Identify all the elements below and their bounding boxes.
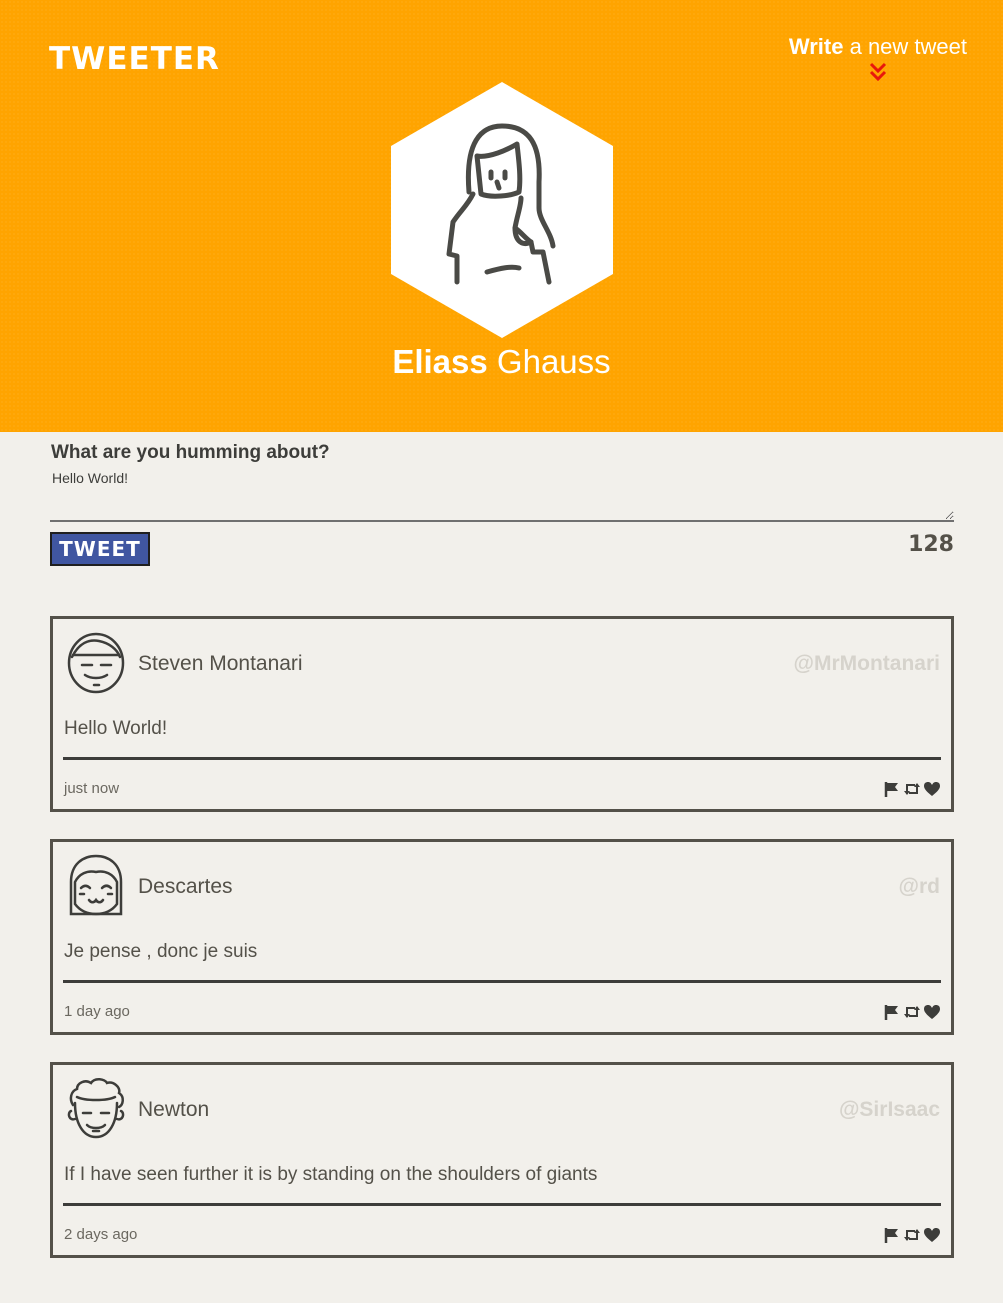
retweet-icon[interactable] bbox=[903, 1226, 921, 1244]
tweet-content: Je pense , donc je suis bbox=[64, 941, 258, 962]
tweet-timestamp: just now bbox=[64, 780, 120, 797]
tweet-author-name[interactable]: Descartes bbox=[138, 874, 233, 900]
heart-icon[interactable] bbox=[923, 1226, 941, 1244]
tweet-timestamp: 2 days ago bbox=[64, 1226, 138, 1243]
tweet-card: Steven Montanari @MrMontanari Hello Worl… bbox=[50, 616, 954, 812]
tweet-author-handle[interactable]: @SirIsaac bbox=[839, 1097, 940, 1123]
curly-hair-avatar-icon bbox=[67, 1078, 125, 1139]
tweet-author-handle[interactable]: @MrMontanari bbox=[794, 651, 940, 677]
app-logo[interactable]: TWEETER bbox=[49, 40, 220, 78]
write-new-tweet-link[interactable]: Write a new tweet bbox=[789, 34, 967, 82]
compose-link-rest: a new tweet bbox=[843, 34, 967, 59]
profile-header: TWEETER Write a new tweet Eliass Ghauss bbox=[0, 0, 1003, 432]
tweet-divider bbox=[63, 757, 941, 760]
profile-avatar bbox=[391, 82, 613, 338]
flag-icon[interactable] bbox=[883, 780, 901, 798]
tweet-card: Descartes @rd Je pense , donc je suis 1 … bbox=[50, 839, 954, 1035]
heart-icon[interactable] bbox=[923, 1003, 941, 1021]
compose-link-bold: Write bbox=[788, 34, 844, 59]
tweet-author-handle[interactable]: @rd bbox=[899, 874, 940, 900]
flag-icon[interactable] bbox=[883, 1226, 901, 1244]
man-avatar-icon bbox=[67, 632, 125, 694]
woman-bangs-avatar-icon bbox=[69, 854, 123, 916]
profile-name: Eliass Ghauss bbox=[0, 342, 1003, 382]
tweet-actions bbox=[883, 1002, 941, 1022]
tweet-card: Newton @SirIsaac If I have seen further … bbox=[50, 1062, 954, 1258]
tweet-actions bbox=[883, 779, 941, 799]
compose-label: What are you humming about? bbox=[51, 442, 330, 463]
char-counter: 128 bbox=[908, 532, 954, 557]
profile-first-name: Eliass bbox=[392, 343, 488, 380]
double-chevron-down-icon[interactable] bbox=[868, 62, 888, 82]
profile-last-name: Ghauss bbox=[487, 343, 611, 380]
heart-icon[interactable] bbox=[923, 780, 941, 798]
flag-icon[interactable] bbox=[883, 1003, 901, 1021]
tweet-content: Hello World! bbox=[64, 718, 168, 739]
tweet-divider bbox=[63, 980, 941, 983]
retweet-icon[interactable] bbox=[903, 1003, 921, 1021]
tweet-actions bbox=[883, 1225, 941, 1245]
tweet-divider bbox=[63, 1203, 941, 1206]
retweet-icon[interactable] bbox=[903, 780, 921, 798]
tweet-text-input[interactable] bbox=[50, 466, 954, 522]
tweet-content: If I have seen further it is by standing… bbox=[64, 1164, 598, 1185]
tweet-timestamp: 1 day ago bbox=[64, 1003, 130, 1020]
tweet-author-name[interactable]: Steven Montanari bbox=[138, 651, 303, 677]
tweet-author-name[interactable]: Newton bbox=[138, 1097, 209, 1123]
tweet-button[interactable]: TWEET bbox=[50, 532, 150, 566]
